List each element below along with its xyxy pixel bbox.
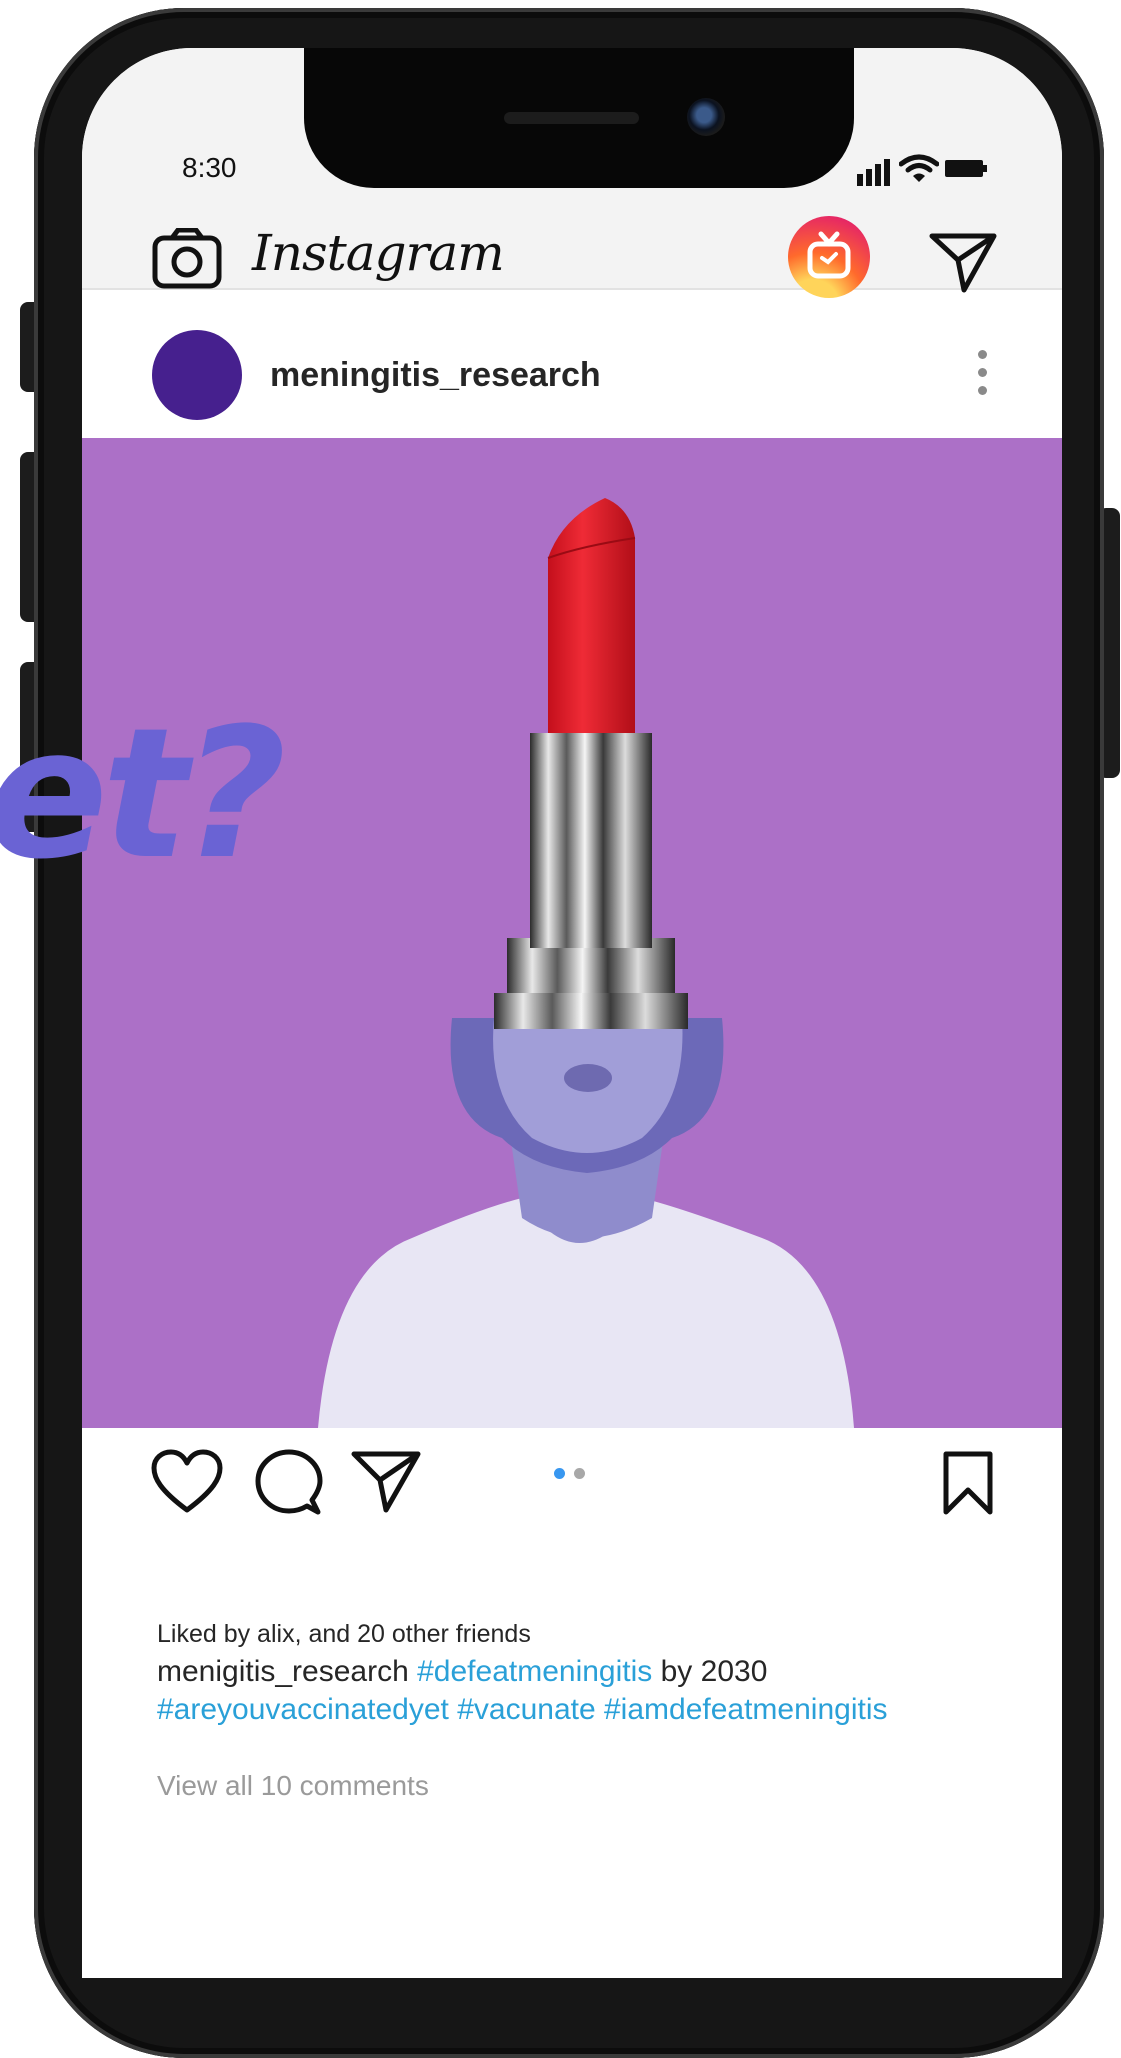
caption-author[interactable]: menigitis_research <box>157 1655 409 1688</box>
front-camera <box>687 98 725 136</box>
post-image[interactable] <box>82 438 1062 1428</box>
liked-by-text: Liked by alix, and 20 other friends <box>157 1620 531 1648</box>
battery-icon <box>945 160 983 177</box>
hashtag[interactable]: #iamdefeatmeningitis <box>604 1693 888 1726</box>
app-header: Instagram <box>82 216 1062 298</box>
carousel-indicator <box>554 1466 594 1484</box>
post-username[interactable]: meningitis_research <box>270 356 601 395</box>
battery-tip <box>983 165 987 172</box>
carousel-dot-active <box>554 1468 565 1479</box>
hashtag[interactable]: #areyouvaccinatedyet <box>157 1693 449 1726</box>
post-header: meningitis_research <box>82 308 1062 428</box>
igtv-icon[interactable] <box>788 216 870 298</box>
notch <box>304 48 854 188</box>
heart-icon[interactable] <box>150 1448 224 1516</box>
caption-line-2: #areyouvaccinatedyet #vacunate #iamdefea… <box>157 1691 1017 1729</box>
status-time: 8:30 <box>182 152 237 183</box>
app-logo: Instagram <box>252 224 505 282</box>
post-illustration <box>318 498 854 1428</box>
share-icon[interactable] <box>350 1448 422 1516</box>
bookmark-icon[interactable] <box>940 1450 996 1518</box>
more-options-icon[interactable] <box>978 350 988 404</box>
view-comments-link[interactable]: View all 10 comments <box>157 1770 429 1802</box>
hashtag[interactable]: #vacunate <box>457 1693 595 1726</box>
comment-icon[interactable] <box>254 1448 324 1518</box>
wifi-icon <box>899 154 939 182</box>
caption-line-1: menigitis_research #defeatmeningitis by … <box>157 1653 1017 1691</box>
carousel-dot <box>574 1468 585 1479</box>
post-actions <box>82 1448 1062 1538</box>
caption-text: by 2030 <box>660 1655 768 1688</box>
avatar[interactable] <box>152 330 242 420</box>
speaker <box>504 112 639 124</box>
post-caption: Liked by alix, and 20 other friends meni… <box>157 1620 1017 1729</box>
status-indicators <box>857 154 987 186</box>
hashtag[interactable]: #defeatmeningitis <box>417 1655 652 1688</box>
direct-message-icon[interactable] <box>928 230 998 294</box>
phone-screen: 8:30 Instagram meningitis_research Liked… <box>82 48 1062 1978</box>
camera-icon[interactable] <box>152 228 222 290</box>
top-bar: 8:30 Instagram <box>82 48 1062 298</box>
overlay-text: et? <box>0 690 287 899</box>
